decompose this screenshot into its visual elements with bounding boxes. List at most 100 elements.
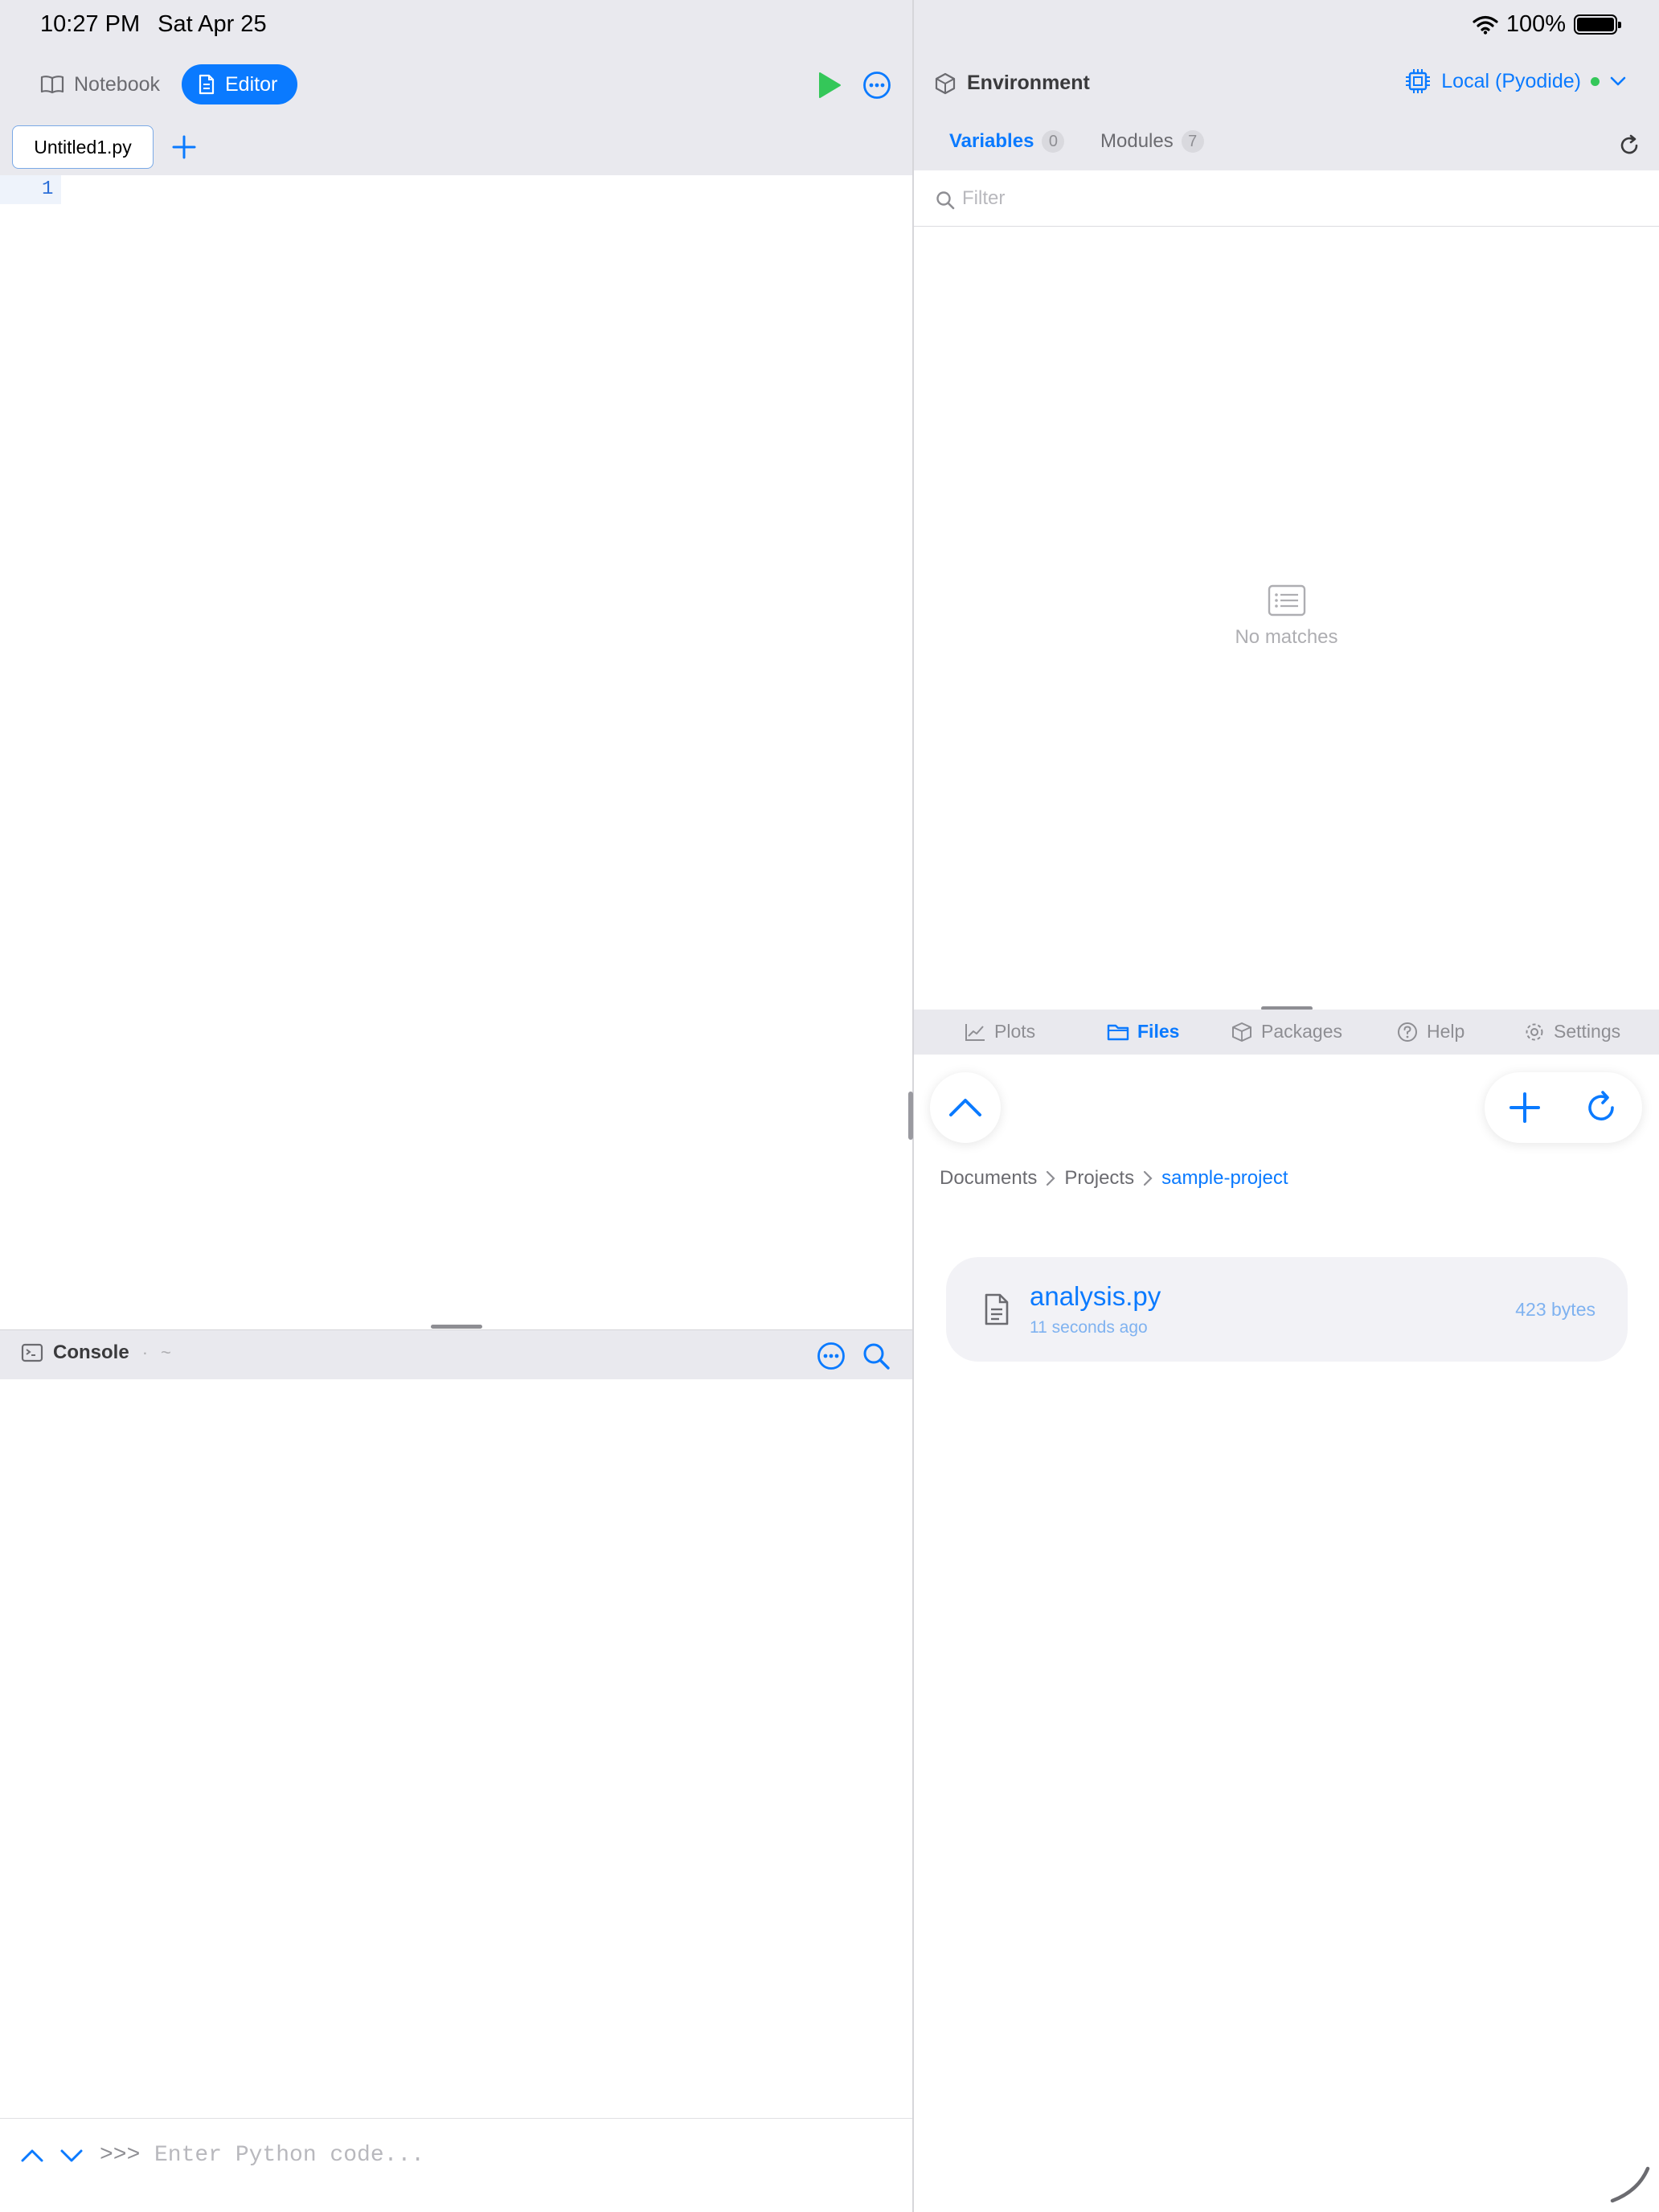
console-prompt: >>> [100, 2143, 141, 2168]
breadcrumb-item[interactable]: Documents [940, 1167, 1037, 1190]
folder-icon [1107, 1024, 1129, 1040]
side-panel: Environment Local (Pyodide) Variables 0 … [914, 51, 1659, 2212]
cube-icon [935, 72, 956, 94]
terminal-icon [21, 1343, 43, 1362]
tab-variables-label: Variables [949, 130, 1034, 152]
tab-help-label: Help [1427, 1021, 1465, 1042]
line-number: 1 [42, 178, 54, 200]
parent-folder-button[interactable] [930, 1072, 1001, 1143]
editor-console-resize-handle[interactable] [431, 1325, 482, 1329]
more-options-icon[interactable] [862, 71, 891, 100]
variables-list: No matches [914, 227, 1659, 1006]
editor-mode-label: Editor [225, 72, 278, 96]
console-path: ~ [161, 1342, 171, 1362]
gear-icon [1526, 1023, 1543, 1040]
question-circle-icon [1398, 1022, 1417, 1042]
status-time: 10:27 PM [40, 11, 141, 37]
tab-settings[interactable]: Settings [1523, 1021, 1620, 1043]
file-tab[interactable]: Untitled1.py [12, 125, 154, 169]
cpu-icon [1406, 69, 1431, 93]
breadcrumb-current[interactable]: sample-project [1161, 1167, 1288, 1190]
chevron-right-icon [1143, 1170, 1153, 1186]
tab-help[interactable]: Help [1396, 1021, 1464, 1043]
list-icon [1268, 584, 1305, 616]
resize-corner-icon [1610, 2166, 1650, 2203]
tab-packages-label: Packages [1261, 1021, 1343, 1042]
empty-state-text: No matches [1235, 626, 1338, 648]
pane-resize-grip[interactable] [908, 1092, 913, 1140]
tab-plots-label: Plots [994, 1021, 1036, 1042]
environment-title: Environment [935, 72, 1090, 95]
notebook-mode-label: Notebook [74, 72, 161, 96]
battery-percent: 100% [1505, 11, 1566, 37]
history-down-icon[interactable] [59, 2143, 84, 2169]
battery-icon [1574, 14, 1621, 35]
code-editor[interactable]: 1 [0, 175, 912, 1328]
refresh-icon[interactable] [1617, 133, 1641, 158]
search-icon[interactable] [862, 1342, 891, 1370]
console-header: Console · ~ [0, 1329, 912, 1379]
document-icon [985, 1293, 1009, 1325]
filter-input[interactable] [962, 182, 1621, 215]
editor-pane: Notebook Editor Untitled1.py 1 Console ·… [0, 51, 912, 2212]
refresh-files-icon[interactable] [1584, 1090, 1620, 1125]
notebook-mode-button[interactable]: Notebook [24, 64, 176, 104]
file-list-item[interactable]: analysis.py 11 seconds ago 423 bytes [946, 1257, 1628, 1362]
mode-toolbar: Notebook Editor [0, 51, 912, 117]
status-date: Sat Apr 25 [158, 11, 267, 37]
run-button[interactable] [817, 71, 842, 100]
tab-files-label: Files [1137, 1021, 1180, 1042]
status-datetime: 10:27 PM Sat Apr 25 [40, 11, 267, 38]
chevron-right-icon [1047, 1170, 1055, 1186]
kernel-selector[interactable]: Local (Pyodide) [1404, 68, 1627, 95]
variables-count-badge: 0 [1042, 130, 1065, 153]
book-icon [40, 76, 64, 94]
tab-variables[interactable]: Variables 0 [949, 130, 1065, 153]
status-indicators: 100% [1473, 11, 1621, 38]
line-gutter: 1 [0, 175, 61, 204]
environment-tabs: Variables 0 Modules 7 [914, 117, 1659, 170]
tab-plots[interactable]: Plots [964, 1021, 1035, 1043]
environment-title-label: Environment [967, 72, 1090, 94]
console-input[interactable] [154, 2136, 878, 2173]
modules-count-badge: 7 [1181, 130, 1204, 153]
add-tab-icon[interactable] [170, 133, 198, 161]
battery-fill [1577, 18, 1614, 31]
console-separator: · [141, 1342, 149, 1362]
tab-modules-label: Modules [1100, 130, 1174, 152]
breadcrumb: Documents Projects sample-project [940, 1167, 1288, 1190]
empty-state: No matches [914, 584, 1659, 649]
history-up-icon[interactable] [19, 2143, 45, 2169]
file-actions [1485, 1072, 1642, 1143]
file-name: analysis.py [1030, 1281, 1161, 1311]
editor-mode-button[interactable]: Editor [182, 64, 297, 104]
tab-settings-label: Settings [1554, 1021, 1621, 1042]
file-modified-time: 11 seconds ago [1030, 1318, 1148, 1337]
tab-modules[interactable]: Modules 7 [1100, 130, 1204, 153]
breadcrumb-item[interactable]: Projects [1064, 1167, 1134, 1190]
console-title-label: Console [53, 1342, 129, 1363]
new-file-icon[interactable] [1509, 1092, 1541, 1124]
environment-header: Environment Local (Pyodide) [914, 51, 1659, 117]
kernel-label: Local (Pyodide) [1441, 69, 1581, 92]
file-tab-bar: Untitled1.py [0, 117, 912, 175]
console-title: Console · ~ [21, 1342, 171, 1364]
file-size: 423 bytes [1515, 1299, 1596, 1320]
console-input-bar: >>> [0, 2118, 912, 2192]
console-more-icon[interactable] [817, 1342, 846, 1370]
box-icon [1232, 1022, 1251, 1042]
status-bar: 10:27 PM Sat Apr 25 100% [0, 0, 1659, 51]
tab-packages[interactable]: Packages [1231, 1021, 1342, 1043]
tab-files[interactable]: Files [1107, 1021, 1179, 1043]
files-panel: Documents Projects sample-project analys… [914, 1055, 1659, 2212]
document-icon [199, 74, 215, 95]
console-output[interactable] [0, 1379, 912, 2170]
panel-tab-bar: Plots Files Packages Help Settings [914, 1010, 1659, 1055]
chart-line-icon [965, 1023, 985, 1041]
chevron-up-icon [949, 1099, 981, 1116]
magnifier-icon [936, 191, 955, 210]
wifi-icon [1473, 15, 1498, 35]
chevron-down-icon [1610, 76, 1626, 86]
kernel-status-dot [1591, 76, 1600, 86]
filter-bar [914, 170, 1659, 227]
